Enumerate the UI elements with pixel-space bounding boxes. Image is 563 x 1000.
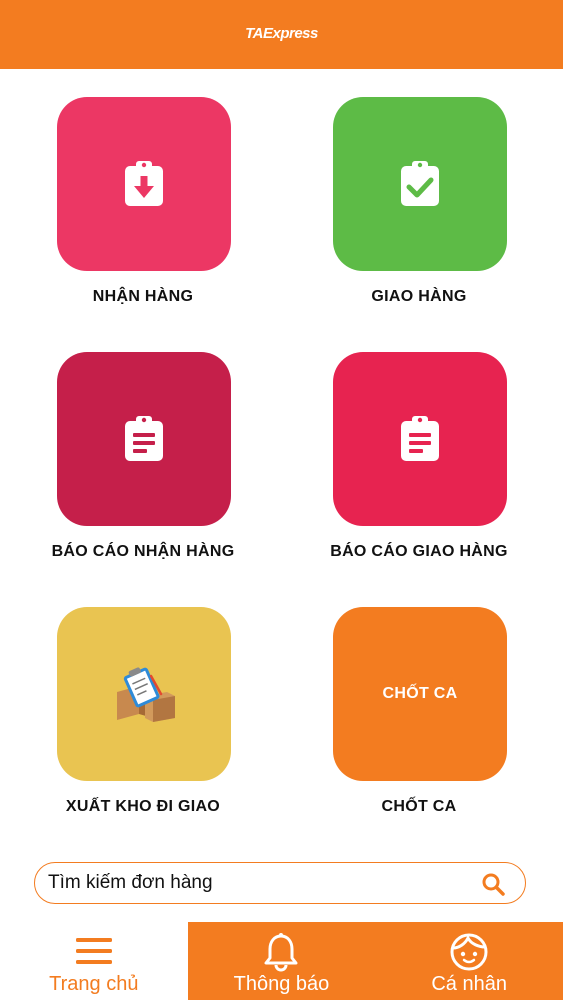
tile-label-chot-ca: CHỐT CA	[381, 798, 457, 815]
clipboard-check-icon	[401, 161, 439, 206]
tab-label-trang-chu: Trang chủ	[49, 973, 139, 995]
bell-icon	[264, 933, 298, 972]
bottom-tab-bar: Trang chủ Thông báo Cá nhân	[0, 922, 563, 1000]
boxes-checklist-icon	[117, 667, 175, 722]
tile-bao-cao-nhan-hang[interactable]	[57, 352, 231, 526]
tab-trang-chu[interactable]: Trang chủ	[0, 922, 188, 1000]
tile-label-bao-cao-giao-hang: BÁO CÁO GIAO HÀNG	[330, 543, 508, 560]
clipboard-list-icon	[401, 416, 439, 461]
face-icon	[450, 933, 488, 971]
clipboard-download-icon	[125, 161, 163, 206]
tile-bao-cao-giao-hang[interactable]	[333, 352, 507, 526]
tile-nhan-hang[interactable]	[57, 97, 231, 271]
tab-label-thong-bao: Thông báo	[233, 973, 330, 995]
tab-ca-nhan[interactable]: Cá nhân	[375, 922, 563, 1000]
tile-label-giao-hang: GIAO HÀNG	[371, 288, 467, 305]
tile-label-nhan-hang: NHẬN HÀNG	[92, 288, 194, 305]
search-bar	[34, 862, 526, 904]
tab-thong-bao[interactable]: Thông báo	[188, 922, 376, 1000]
search-icon[interactable]	[481, 872, 505, 896]
tile-label-bao-cao-nhan-hang: BÁO CÁO NHẬN HÀNG	[51, 543, 235, 560]
tile-chot-ca[interactable]: CHỐT CA	[333, 607, 507, 781]
menu-icon	[75, 938, 112, 964]
tile-text-chot-ca: CHỐT CA	[382, 685, 458, 702]
menu-grid: NHẬN HÀNG GIAO HÀNG BÁO CÁO NHẬN HÀNG BÁ…	[0, 0, 563, 860]
tile-xuat-kho-di-giao[interactable]	[57, 607, 231, 781]
tab-label-ca-nhan: Cá nhân	[431, 973, 507, 995]
tile-label-xuat-kho-di-giao: XUẤT KHO ĐI GIAO	[65, 798, 221, 815]
clipboard-list-icon	[125, 416, 163, 461]
search-input[interactable]	[46, 871, 470, 895]
tile-giao-hang[interactable]	[333, 97, 507, 271]
